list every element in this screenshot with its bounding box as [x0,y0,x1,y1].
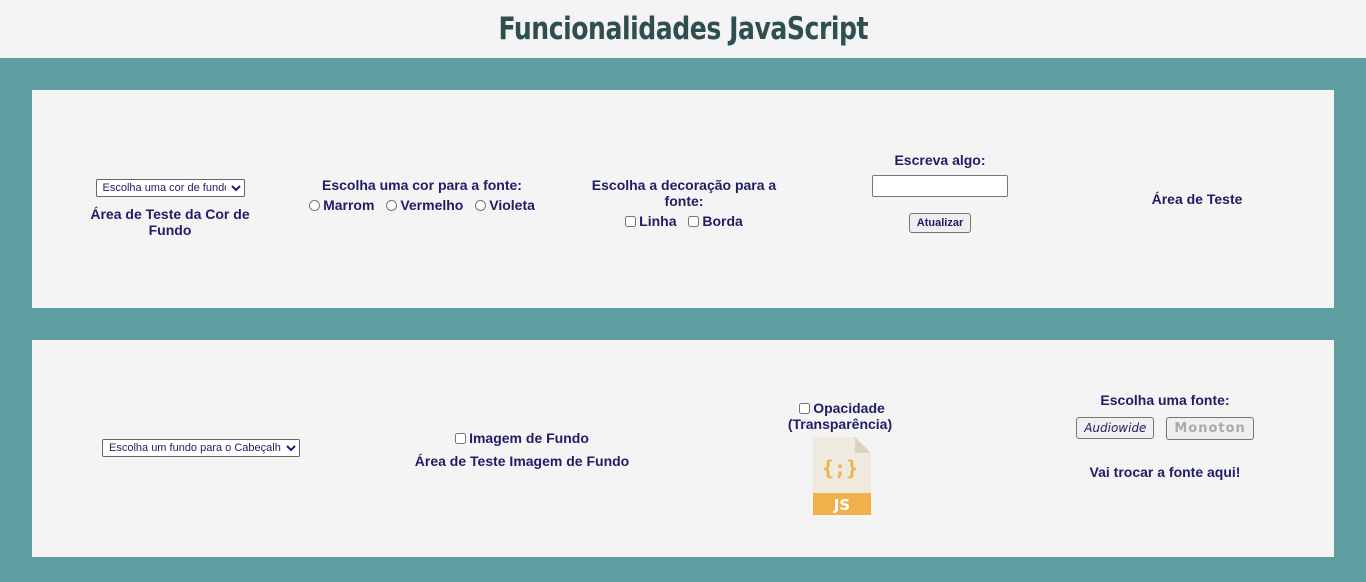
radio-marrom-input[interactable] [309,200,321,211]
checkbox-opacity[interactable]: Opacidade (Transparência) [742,400,938,432]
js-label: JS [833,496,850,514]
bg-image-test-label: Área de Teste Imagem de Fundo [414,453,630,469]
write-input[interactable] [872,175,1008,197]
radio-violeta[interactable]: Violeta [471,197,535,213]
decoration-section: Escolha a decoração para a fonte: Linha … [572,177,796,229]
checkbox-bg-image-input[interactable] [455,433,467,444]
decoration-heading: Escolha a decoração para a fonte: [591,177,777,209]
js-braces: {;} [822,456,858,480]
checkbox-opacity-input[interactable] [799,403,811,414]
bg-image-section: Imagem de Fundo Área de Teste Imagem de … [412,430,632,469]
radio-marrom[interactable]: Marrom [305,197,374,213]
write-heading: Escreva algo: [894,152,986,168]
test-area-label: Área de Teste [1151,191,1243,207]
header-bg-select[interactable]: Escolha um fundo para o Cabeçalho [102,439,300,457]
write-section: Escreva algo: Atualizar [852,152,1028,233]
header-bg-section: Escolha um fundo para o Cabeçalho [102,438,300,457]
checkbox-linha[interactable]: Linha [621,213,677,229]
font-color-section: Escolha uma cor para a fonte: Marrom Ver… [302,177,542,213]
checkbox-bg-image[interactable]: Imagem de Fundo [451,430,589,446]
font-color-heading: Escolha uma cor para a fonte: [322,177,522,193]
font-result-label: Vai trocar a fonte aqui! [1089,464,1241,480]
radio-vermelho[interactable]: Vermelho [382,197,463,213]
checkbox-borda-input[interactable] [688,216,700,227]
checkbox-linha-input[interactable] [625,216,637,227]
update-button[interactable]: Atualizar [908,213,972,233]
monoton-button[interactable]: Monoton [1166,417,1254,440]
font-choice-heading: Escolha uma fonte: [1100,392,1230,408]
bg-color-test-label: Área de Teste da Cor de Fundo [90,206,250,238]
bg-color-select[interactable]: Escolha uma cor de fundo [95,179,245,197]
opacity-section: Opacidade (Transparência) {;} JS [742,400,942,518]
radio-violeta-input[interactable] [475,200,487,211]
test-area: Área de Teste [1132,191,1262,207]
bg-color-section: Escolha uma cor de fundo Área de Teste d… [82,178,258,238]
panel-visual-features: Escolha um fundo para o Cabeçalho Imagem… [32,340,1334,557]
font-choice-section: Escolha uma fonte: Audiowide Monoton Vai… [1060,392,1270,480]
page-header: Funcionalidades JavaScript [0,0,1366,58]
panel-text-features: Escolha uma cor de fundo Área de Teste d… [32,90,1334,308]
page-title: Funcionalidades JavaScript [498,11,868,47]
radio-vermelho-input[interactable] [386,200,398,211]
audiowide-button[interactable]: Audiowide [1076,417,1155,439]
js-file-icon: {;} JS [813,437,871,518]
checkbox-borda[interactable]: Borda [684,213,743,229]
